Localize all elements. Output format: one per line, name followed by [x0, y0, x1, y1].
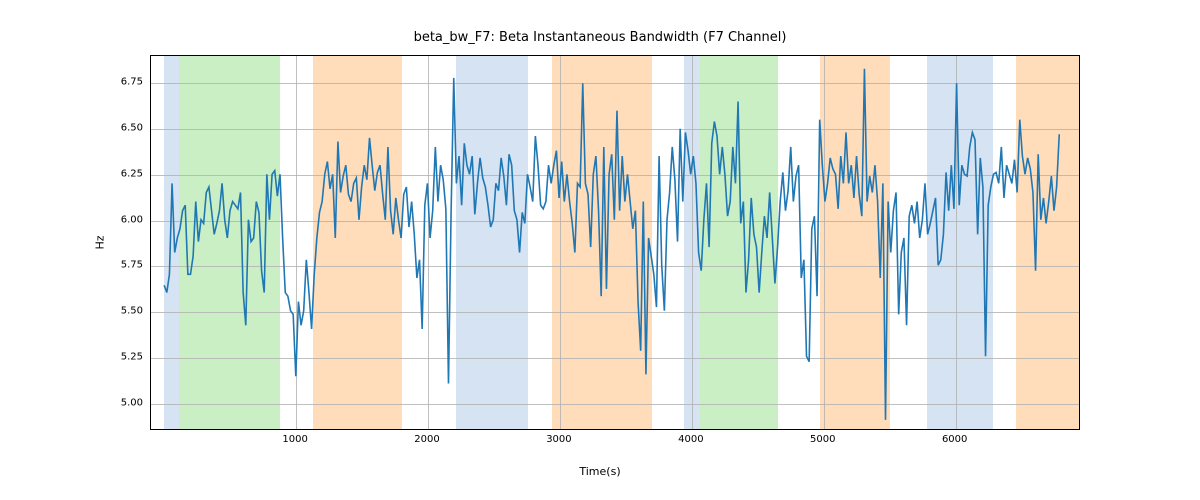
- y-tick-label: 6.50: [121, 123, 143, 134]
- y-tick-label: 6.25: [121, 168, 143, 179]
- y-tick-label: 5.25: [121, 351, 143, 362]
- x-tick-label: 1000: [282, 434, 307, 445]
- chart-axes: [150, 55, 1080, 430]
- x-tick-label: 4000: [678, 434, 703, 445]
- x-tick-label: 2000: [414, 434, 439, 445]
- chart-title: beta_bw_F7: Beta Instantaneous Bandwidth…: [0, 30, 1200, 45]
- y-tick-label: 6.00: [121, 214, 143, 225]
- y-tick-label: 5.00: [121, 397, 143, 408]
- y-tick-label: 6.75: [121, 77, 143, 88]
- x-tick-label: 5000: [810, 434, 835, 445]
- y-tick-label: 5.50: [121, 306, 143, 317]
- chart-xlabel: Time(s): [0, 465, 1200, 478]
- chart-ylabel: Hz: [93, 235, 106, 249]
- x-tick-label: 3000: [546, 434, 571, 445]
- y-tick-label: 5.75: [121, 260, 143, 271]
- figure: beta_bw_F7: Beta Instantaneous Bandwidth…: [0, 0, 1200, 500]
- data-series-line: [164, 69, 1059, 420]
- chart-plot-svg: [151, 56, 1079, 429]
- chart-ylabel-container: Hz: [90, 55, 110, 430]
- x-tick-label: 6000: [942, 434, 967, 445]
